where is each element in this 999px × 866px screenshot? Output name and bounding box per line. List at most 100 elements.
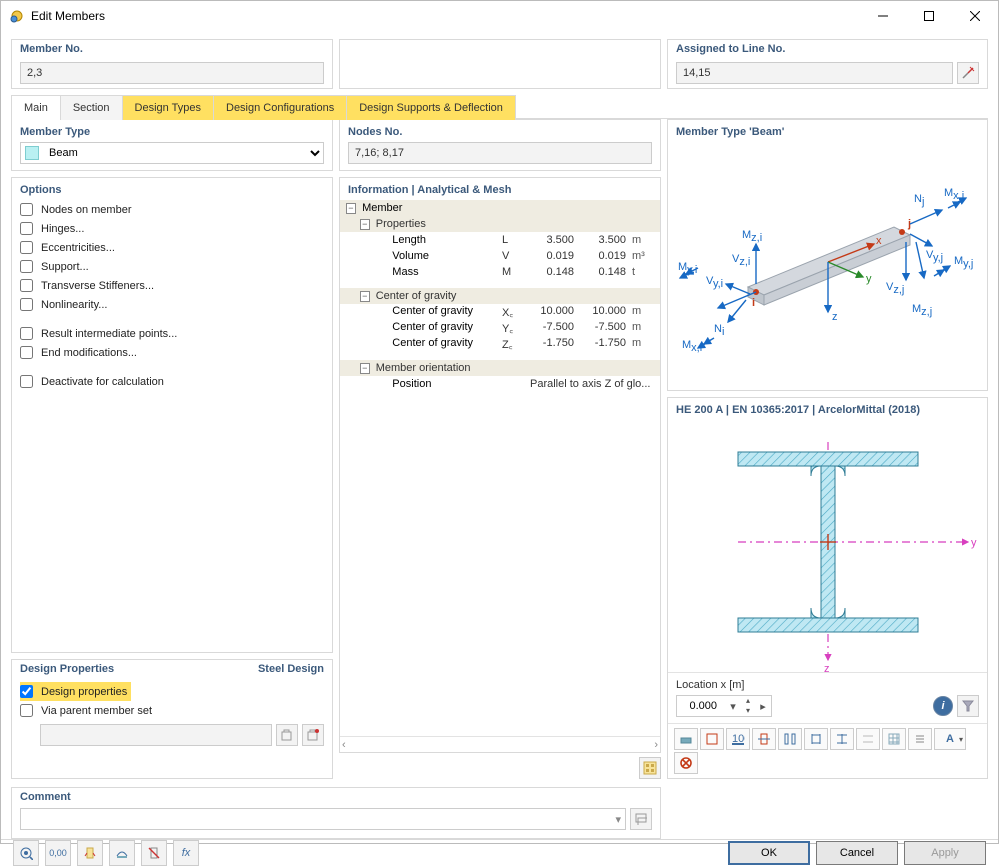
tb-view-2[interactable] — [700, 728, 724, 750]
apply-button[interactable]: Apply — [904, 841, 986, 865]
section-diagram: y z — [668, 422, 987, 672]
chevron-down-icon[interactable]: ▾ — [725, 700, 741, 713]
tb-view-list[interactable] — [908, 728, 932, 750]
comment-title: Comment — [20, 791, 71, 803]
info-title: Information | Analytical & Mesh — [340, 178, 660, 200]
tb-view-7[interactable] — [830, 728, 854, 750]
view-toolbar: 100 A — [668, 723, 987, 778]
tab-bar: Main Section Design Types Design Configu… — [11, 95, 988, 119]
member-no-field[interactable]: 2,3 — [20, 62, 324, 84]
member-type-title: Member Type — [12, 120, 332, 142]
section-preview-title: HE 200 A | EN 10365:2017 | ArcelorMittal… — [668, 398, 987, 422]
tb-clear[interactable] — [674, 752, 698, 774]
parent-set-field[interactable] — [40, 724, 272, 746]
nodes-no-title: Nodes No. — [340, 120, 660, 142]
tree-volume: VolumeV0.0190.019m³ — [340, 248, 660, 264]
tree-cog-y: Center of gravityY꜀-7.500-7.500m — [340, 320, 660, 336]
assigned-line-field[interactable]: 14,15 — [676, 62, 953, 84]
beam-diagram: i j x y z — [668, 144, 987, 390]
tree-position: PositionParallel to axis Z of glo... — [340, 376, 660, 392]
opt-nonlinearity[interactable]: Nonlinearity... — [20, 295, 324, 314]
svg-text:x: x — [876, 235, 882, 247]
member-type-dropdown[interactable]: Beam — [20, 142, 324, 164]
svg-text:z: z — [832, 311, 838, 323]
collapse-icon[interactable]: − — [346, 203, 356, 214]
tb-view-5[interactable] — [778, 728, 802, 750]
svg-text:Mz,j: Mz,j — [912, 303, 932, 318]
nodes-no-field[interactable]: 7,16; 8,17 — [348, 142, 652, 164]
collapse-icon[interactable]: − — [360, 291, 370, 302]
svg-text:Vz,i: Vz,i — [732, 253, 750, 268]
svg-text:y: y — [866, 273, 872, 285]
tree-mass: MassM0.1480.148t — [340, 264, 660, 280]
collapse-icon[interactable]: − — [360, 363, 370, 374]
chk-design-properties[interactable]: Design properties — [20, 682, 127, 701]
opt-hinges[interactable]: Hinges... — [20, 219, 324, 238]
opt-deactivate[interactable]: Deactivate for calculation — [20, 372, 324, 391]
member-type-chip-icon — [25, 146, 39, 160]
tab-design-configurations[interactable]: Design Configurations — [213, 95, 347, 120]
tab-design-types[interactable]: Design Types — [122, 95, 214, 120]
member-no-value: 2,3 — [27, 67, 42, 79]
options-title: Options — [12, 178, 332, 200]
ok-button[interactable]: OK — [728, 841, 810, 865]
svg-text:z: z — [824, 663, 830, 672]
assigned-label: Assigned to Line No. — [676, 43, 785, 55]
svg-text:My,j: My,j — [954, 255, 973, 270]
tb-view-4[interactable] — [752, 728, 776, 750]
design-properties-title: Design Properties — [20, 663, 114, 675]
chk-via-parent[interactable]: Via parent member set — [20, 701, 324, 720]
nodes-no-value: 7,16; 8,17 — [355, 147, 404, 159]
units-button[interactable] — [639, 757, 661, 779]
svg-text:My,i: My,i — [678, 261, 697, 276]
svg-text:Vz,j: Vz,j — [886, 281, 904, 296]
parent-set-edit-button[interactable] — [302, 724, 324, 746]
filter-button[interactable] — [957, 695, 979, 717]
tb-view-grid[interactable] — [882, 728, 906, 750]
tree-properties[interactable]: − Properties — [340, 216, 660, 232]
step-up-icon[interactable]: ▴ — [741, 696, 755, 706]
tab-section[interactable]: Section — [60, 95, 123, 120]
parent-set-new-button[interactable] — [276, 724, 298, 746]
app-icon — [9, 8, 25, 24]
tree-cog-x: Center of gravityX꜀10.00010.000m — [340, 304, 660, 320]
tab-design-supports[interactable]: Design Supports & Deflection — [346, 95, 516, 120]
opt-eccentricities[interactable]: Eccentricities... — [20, 238, 324, 257]
svg-text:Ni: Ni — [714, 323, 724, 338]
tb-view-6[interactable] — [804, 728, 828, 750]
design-properties-subtitle: Steel Design — [258, 663, 324, 675]
svg-text:y: y — [971, 537, 977, 549]
opt-end-modifications[interactable]: End modifications... — [20, 343, 324, 362]
collapse-icon[interactable]: − — [360, 219, 370, 230]
tb-view-text[interactable]: A — [934, 728, 966, 750]
close-button[interactable] — [952, 1, 998, 31]
opt-nodes-on-member[interactable]: Nodes on member — [20, 200, 324, 219]
comment-extra-button[interactable] — [630, 808, 652, 830]
tb-view-8[interactable] — [856, 728, 880, 750]
opt-result-intermediate[interactable]: Result intermediate points... — [20, 324, 324, 343]
member-type-preview-title: Member Type 'Beam' — [668, 120, 987, 144]
cancel-button[interactable]: Cancel — [816, 841, 898, 865]
minimize-button[interactable] — [860, 1, 906, 31]
member-no-label: Member No. — [20, 43, 83, 55]
svg-text:Nj: Nj — [914, 193, 924, 208]
tree-cog[interactable]: − Center of gravity — [340, 288, 660, 304]
maximize-button[interactable] — [906, 1, 952, 31]
step-down-icon[interactable]: ▾ — [741, 706, 755, 716]
comment-field[interactable]: ▾ — [20, 808, 626, 830]
tab-main[interactable]: Main — [11, 95, 61, 120]
tree-cog-z: Center of gravityZ꜀-1.750-1.750m — [340, 336, 660, 352]
tb-view-1[interactable] — [674, 728, 698, 750]
location-spinner[interactable]: 0.000 ▾ ▴▾ ▸ — [676, 695, 772, 717]
play-icon[interactable]: ▸ — [755, 700, 771, 713]
location-label: Location x [m] — [668, 673, 987, 691]
opt-support[interactable]: Support... — [20, 257, 324, 276]
chevron-down-icon: ▾ — [615, 813, 621, 826]
info-scrollbar[interactable]: ‹› — [340, 736, 660, 752]
pick-line-button[interactable] — [957, 62, 979, 84]
info-button[interactable]: i — [933, 696, 953, 716]
opt-transverse-stiffeners[interactable]: Transverse Stiffeners... — [20, 276, 324, 295]
tree-orientation[interactable]: − Member orientation — [340, 360, 660, 376]
tree-member[interactable]: − Member — [340, 200, 660, 216]
tb-view-3[interactable]: 100 — [726, 728, 750, 750]
